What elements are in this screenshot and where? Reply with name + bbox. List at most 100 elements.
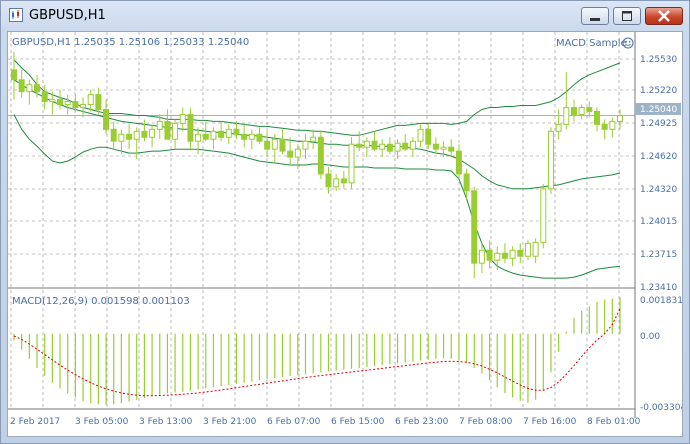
candle-body-bull bbox=[555, 123, 562, 132]
candle-body-bear bbox=[486, 249, 493, 261]
minimize-icon bbox=[590, 18, 600, 21]
candle-body-bear bbox=[256, 133, 263, 142]
candle-body-bull bbox=[417, 128, 424, 142]
candle bbox=[57, 89, 64, 110]
candle-body-bull bbox=[49, 99, 56, 103]
candle bbox=[593, 107, 600, 132]
candle bbox=[524, 240, 531, 261]
candle bbox=[195, 127, 202, 155]
candle-body-bull bbox=[172, 122, 179, 140]
candle-body-bull bbox=[26, 84, 33, 93]
candle-body-bear bbox=[241, 133, 248, 140]
candle-body-bull bbox=[617, 114, 623, 122]
candle-body-bull bbox=[210, 130, 217, 140]
candle bbox=[325, 167, 332, 194]
close-button[interactable] bbox=[645, 7, 683, 25]
candle-body-bull bbox=[333, 178, 340, 188]
candle-body-bear bbox=[103, 109, 110, 130]
candle bbox=[425, 124, 432, 150]
candle-body-bull bbox=[87, 94, 94, 106]
candle-body-bear bbox=[218, 130, 225, 138]
candle-body-bear bbox=[586, 107, 593, 112]
price-tick-label: 1.25220 bbox=[640, 86, 677, 96]
candle bbox=[164, 109, 171, 140]
macd-axis: 0.001831 0.00 -0.003304 bbox=[640, 296, 686, 413]
time-tick-label: 7 Feb 16:00 bbox=[523, 417, 577, 427]
candle-body-bull bbox=[532, 241, 539, 257]
time-tick-label: 3 Feb 13:00 bbox=[139, 417, 193, 427]
candle-body-bear bbox=[95, 94, 102, 111]
candle bbox=[501, 243, 508, 264]
candle bbox=[103, 99, 110, 135]
candle-body-bull bbox=[80, 104, 87, 109]
candle-body-bull bbox=[440, 146, 447, 150]
candle bbox=[302, 134, 309, 160]
macd-signal-line bbox=[13, 308, 621, 397]
candle-body-bear bbox=[279, 138, 286, 152]
candle bbox=[609, 117, 616, 138]
candle bbox=[149, 124, 156, 148]
candle-body-bull bbox=[133, 130, 140, 140]
candle-body-bull bbox=[609, 120, 616, 130]
candle bbox=[455, 144, 462, 179]
chart-window: GBPUSD,H1 GBPUSD,H1 1.25035 1.25106 1.25… bbox=[0, 0, 690, 444]
macd-tick-label: 0.001831 bbox=[640, 296, 682, 306]
candle-body-bull bbox=[363, 140, 370, 148]
candle bbox=[471, 186, 478, 279]
candle-body-bear bbox=[432, 143, 439, 150]
close-icon bbox=[658, 10, 670, 22]
candle-body-bear bbox=[34, 84, 41, 93]
candle-body-bear bbox=[356, 143, 363, 148]
candle bbox=[126, 124, 133, 150]
band-middle-line bbox=[13, 79, 621, 190]
candle-body-bear bbox=[371, 140, 378, 150]
chart-canvas[interactable]: GBPUSD,H1 1.25035 1.25106 1.25033 1.2504… bbox=[8, 32, 686, 436]
candle bbox=[348, 137, 355, 189]
current-price-value: 1.25040 bbox=[640, 105, 677, 115]
candle bbox=[225, 124, 232, 145]
candle bbox=[210, 127, 217, 150]
price-tick-label: 1.25530 bbox=[640, 55, 677, 65]
candle bbox=[310, 129, 317, 150]
time-axis: 2 Feb 2017 3 Feb 05:00 3 Feb 13:00 3 Feb… bbox=[10, 417, 641, 427]
candle bbox=[26, 79, 33, 105]
price-tick-label: 1.23410 bbox=[640, 283, 677, 293]
price-tick-label: 1.24620 bbox=[640, 152, 677, 162]
candle-body-bear bbox=[317, 136, 324, 175]
candle bbox=[141, 119, 148, 142]
minimize-button[interactable] bbox=[581, 7, 609, 25]
price-tick-label: 1.23715 bbox=[640, 250, 677, 260]
candle bbox=[87, 89, 94, 112]
candle bbox=[402, 134, 409, 152]
macd-tick-label: -0.003304 bbox=[640, 403, 682, 413]
candle-body-bear bbox=[110, 128, 117, 142]
candle-body-bear bbox=[141, 130, 148, 138]
candle bbox=[64, 94, 71, 115]
time-tick-label: 8 Feb 01:00 bbox=[587, 417, 641, 427]
chart-area[interactable]: GBPUSD,H1 1.25035 1.25106 1.25033 1.2504… bbox=[7, 31, 686, 437]
candle-body-bear bbox=[463, 173, 470, 192]
candle-body-bull bbox=[348, 143, 355, 184]
candle-body-bull bbox=[379, 143, 386, 150]
candle-body-bull bbox=[156, 120, 163, 130]
candle-body-bear bbox=[126, 133, 133, 140]
candle-body-bull bbox=[547, 130, 554, 190]
candle bbox=[547, 127, 554, 194]
macd-tick-label: 0.00 bbox=[640, 332, 660, 342]
time-tick-label: 6 Feb 23:00 bbox=[395, 417, 449, 427]
candle-body-bear bbox=[41, 91, 48, 103]
candle bbox=[241, 124, 248, 148]
title-bar[interactable]: GBPUSD,H1 bbox=[1, 1, 689, 31]
candle bbox=[448, 139, 455, 158]
candle bbox=[80, 97, 87, 118]
maximize-button[interactable] bbox=[613, 7, 641, 25]
time-tick-label: 7 Feb 08:00 bbox=[459, 417, 513, 427]
time-tick-label: 2 Feb 2017 bbox=[10, 417, 60, 427]
candle bbox=[578, 104, 585, 120]
candle-body-bull bbox=[149, 128, 156, 138]
price-tick-label: 1.24015 bbox=[640, 217, 677, 227]
candle-body-bear bbox=[72, 101, 79, 109]
candle bbox=[279, 129, 286, 155]
price-axis: 1.25530 1.25220 1.24925 1.24620 1.24320 … bbox=[640, 55, 677, 293]
candle-body-bear bbox=[593, 110, 600, 125]
